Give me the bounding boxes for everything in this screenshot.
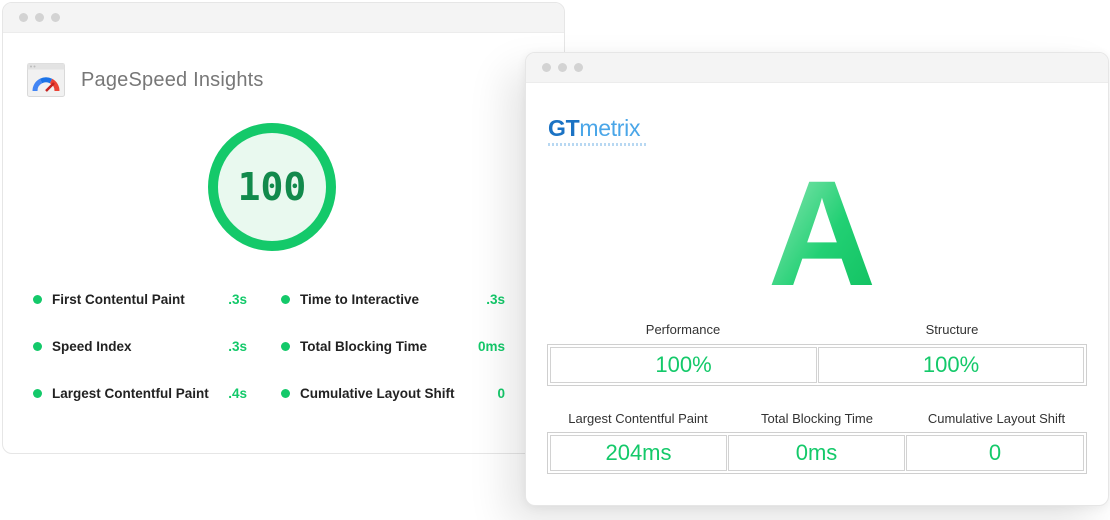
grade-letter: A [768, 175, 876, 293]
metric-status-dot [33, 341, 42, 351]
window-dot-2 [35, 13, 44, 22]
metric-label: Largest Contentful Paint [52, 385, 209, 401]
metric-value: .4s [228, 385, 247, 401]
performance-score: 100 [237, 165, 307, 209]
metric-label: First Contentul Paint [52, 291, 185, 307]
score-gauge: 100 [206, 121, 338, 253]
window-dot-3 [574, 63, 583, 72]
metric-value: .3s [486, 291, 505, 307]
metric-status-dot [281, 341, 290, 351]
cls-value: 0 [906, 435, 1084, 471]
gtmetrix-logo-gt: GT [548, 115, 580, 141]
performance-label: Performance [645, 322, 721, 337]
metric-label: Time to Interactive [300, 291, 420, 307]
metric-status-dot [281, 294, 290, 304]
pagespeed-titlebar [3, 3, 564, 33]
pagespeed-header: PageSpeed Insights [27, 63, 264, 97]
metric-first-contentful-paint: First Contentul Paint .3s [33, 289, 247, 309]
tbt-value: 0ms [728, 435, 905, 471]
metric-label: Speed Index [52, 338, 132, 354]
gtmetrix-window: GTmetrix A Performance Structure 100% 10… [525, 52, 1109, 506]
pagespeed-logo-icon [27, 63, 65, 97]
metric-largest-contentful-paint: Largest Contentful Paint .4s [33, 383, 247, 403]
window-dot-3 [51, 13, 60, 22]
window-dot-2 [558, 63, 567, 72]
metric-value: .3s [228, 338, 247, 354]
metric-value: .3s [228, 291, 247, 307]
window-dot-1 [19, 13, 28, 22]
window-dot-1 [542, 63, 551, 72]
gtmetrix-logo-metrix: metrix [579, 115, 641, 141]
metric-status-dot [33, 388, 42, 398]
structure-label: Structure [925, 322, 979, 337]
gtmetrix-logo-underline [548, 143, 646, 146]
cls-label: Cumulative Layout Shift [927, 411, 1066, 426]
gtmetrix-grade: A [768, 175, 876, 293]
metric-label: Total Blocking Time [300, 338, 428, 354]
metric-cumulative-layout-shift: Cumulative Layout Shift 0 [281, 383, 505, 403]
gtmetrix-titlebar [526, 53, 1108, 83]
performance-value: 100% [550, 347, 817, 383]
metric-label: Cumulative Layout Shift [300, 385, 455, 401]
tbt-label: Total Blocking Time [761, 411, 873, 426]
lcp-value: 204ms [550, 435, 727, 471]
metric-time-to-interactive: Time to Interactive .3s [281, 289, 505, 309]
metric-status-dot [281, 388, 290, 398]
metric-speed-index: Speed Index .3s [33, 336, 247, 356]
lcp-label: Largest Contentful Paint [568, 411, 708, 426]
metric-status-dot [33, 294, 42, 304]
structure-value: 100% [818, 347, 1084, 383]
gtmetrix-logo: GTmetrix [548, 115, 640, 142]
metric-total-blocking-time: Total Blocking Time 0ms [281, 336, 505, 356]
pagespeed-window: PageSpeed Insights 100 First Contentul P… [2, 2, 565, 454]
metric-value: 0 [497, 385, 505, 401]
metric-value: 0ms [477, 338, 505, 354]
pagespeed-title: PageSpeed Insights [81, 68, 264, 91]
